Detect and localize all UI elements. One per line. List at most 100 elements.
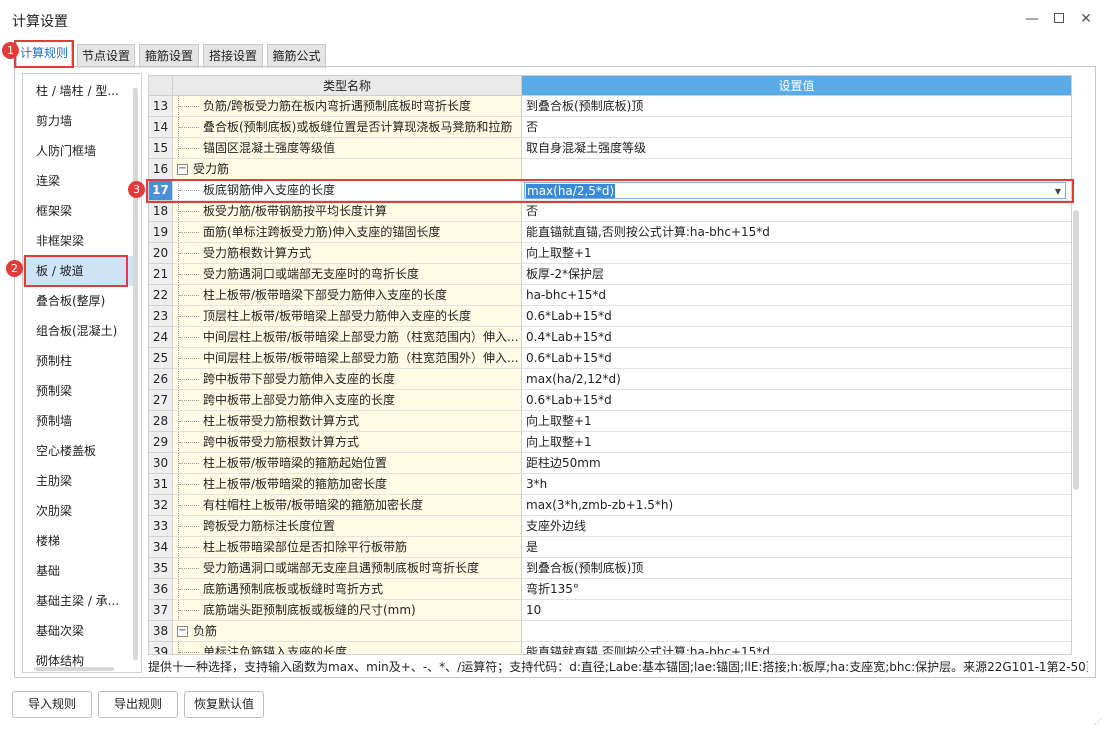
sidebar-item[interactable]: 基础 [23,556,135,586]
row-value-cell[interactable]: 取自身混凝土强度等级 [522,138,1071,159]
row-name-cell[interactable]: 受力筋根数计算方式 [173,243,522,264]
sidebar-item[interactable]: 预制柱 [23,346,135,376]
row-name-cell[interactable]: 柱上板带/板带暗梁下部受力筋伸入支座的长度 [173,285,522,306]
row-name-cell[interactable]: 有柱帽柱上板带/板带暗梁的箍筋加密长度 [173,495,522,516]
row-name-cell[interactable]: 跨中板带下部受力筋伸入支座的长度 [173,369,522,390]
row-value-cell[interactable]: 否 [522,201,1071,222]
row-name-cell[interactable]: 柱上板带/板带暗梁的箍筋起始位置 [173,453,522,474]
row-value-cell[interactable]: 能直锚就直锚,否则按公式计算:ha-bhc+15*d [522,222,1071,243]
sidebar-item[interactable]: 次肋梁 [23,496,135,526]
row-name-cell[interactable]: 板受力筋/板带钢筋按平均长度计算 [173,201,522,222]
table-row[interactable]: 26 跨中板带下部受力筋伸入支座的长度 max(ha/2,12*d) [149,369,1071,390]
group-row[interactable]: 16− 受力筋 [149,159,1071,180]
row-value-cell[interactable]: 10 [522,600,1071,621]
row-value-cell[interactable]: 向上取整+1 [522,411,1071,432]
table-row[interactable]: 36 底筋遇预制底板或板缝时弯折方式 弯折135° [149,579,1071,600]
sidebar-item[interactable]: 预制墙 [23,406,135,436]
row-value-cell[interactable]: 板厚-2*保护层 [522,264,1071,285]
sidebar-item[interactable]: 连梁 [23,166,135,196]
row-name-cell[interactable]: 中间层柱上板带/板带暗梁上部受力筋（柱宽范围外）伸入... [173,348,522,369]
row-value-cell[interactable]: 0.6*Lab+15*d [522,348,1071,369]
row-name-cell[interactable]: 跨中板带上部受力筋伸入支座的长度 [173,390,522,411]
grid-scrollbar[interactable] [1073,210,1079,490]
row-name-cell[interactable]: 受力筋遇洞口或端部无支座且遇预制底板时弯折长度 [173,558,522,579]
row-value-cell[interactable]: 否 [522,117,1071,138]
sidebar-item[interactable]: 框架梁 [23,196,135,226]
row-name-cell[interactable]: 叠合板(预制底板)或板缝位置是否计算现浇板马凳筋和拉筋 [173,117,522,138]
sidebar-item[interactable]: 非框架梁 [23,226,135,256]
minimize-icon[interactable]: — [1020,8,1044,30]
tab-stirrup-formula[interactable]: 箍筋公式 [267,44,326,68]
tab-lap-settings[interactable]: 搭接设置 [203,44,263,68]
table-row[interactable]: 39 单标注负筋锚入支座的长度 能直锚就直锚,否则按公式计算:ha-bhc+15*d [149,642,1071,654]
row-name-cell[interactable]: 顶层柱上板带/板带暗梁上部受力筋伸入支座的长度 [173,306,522,327]
tab-node-settings[interactable]: 节点设置 [77,44,135,68]
row-value-cell[interactable]: 到叠合板(预制底板)顶 [522,96,1071,117]
collapse-icon[interactable]: − [177,626,188,637]
row-value-cell[interactable]: max(ha/2,12*d) [522,369,1071,390]
table-row[interactable]: 24 中间层柱上板带/板带暗梁上部受力筋（柱宽范围内）伸入... 0.4*Lab+1… [149,327,1071,348]
row-value-cell[interactable]: 0.6*Lab+15*d [522,390,1071,411]
row-value-cell[interactable] [522,621,1071,642]
sidebar-hscrollbar[interactable] [34,667,114,671]
maximize-icon[interactable] [1047,8,1071,30]
row-name-cell[interactable]: 柱上板带暗梁部位是否扣除平行板带筋 [173,537,522,558]
table-row[interactable]: 33 跨板受力筋标注长度位置 支座外边线 [149,516,1071,537]
restore-defaults-button[interactable]: 恢复默认值 [184,691,264,718]
table-row[interactable]: 25 中间层柱上板带/板带暗梁上部受力筋（柱宽范围外）伸入... 0.6*Lab+1… [149,348,1071,369]
row-name-cell[interactable]: − 受力筋 [173,159,522,180]
close-icon[interactable]: ✕ [1074,8,1098,30]
row-name-cell[interactable]: 柱上板带/板带暗梁的箍筋加密长度 [173,474,522,495]
row-name-cell[interactable]: 负筋/跨板受力筋在板内弯折遇预制底板时弯折长度 [173,96,522,117]
table-row[interactable]: 29 跨中板带受力筋根数计算方式 向上取整+1 [149,432,1071,453]
table-row[interactable]: 14 叠合板(预制底板)或板缝位置是否计算现浇板马凳筋和拉筋否 [149,117,1071,138]
row-value-cell[interactable]: 到叠合板(预制底板)顶 [522,558,1071,579]
row-name-cell[interactable]: 跨板受力筋标注长度位置 [173,516,522,537]
table-row[interactable]: 32 有柱帽柱上板带/板带暗梁的箍筋加密长度 max(3*h,zmb-zb+1.5*… [149,495,1071,516]
row-value-cell[interactable] [522,159,1071,180]
row-name-cell[interactable]: 底筋遇预制底板或板缝时弯折方式 [173,579,522,600]
tab-stirrup-settings[interactable]: 箍筋设置 [139,44,199,68]
sidebar-item[interactable]: 剪力墙 [23,106,135,136]
row-value-cell[interactable]: max(3*h,zmb-zb+1.5*h) [522,495,1071,516]
table-row[interactable]: 15 锚固区混凝土强度等级值 取自身混凝土强度等级 [149,138,1071,159]
sidebar-item[interactable]: 组合板(混凝土) [23,316,135,346]
sidebar-item[interactable]: 基础次梁 [23,616,135,646]
sidebar-item[interactable]: 人防门框墙 [23,136,135,166]
row-name-cell[interactable]: 受力筋遇洞口或端部无支座时的弯折长度 [173,264,522,285]
table-row[interactable]: 22 柱上板带/板带暗梁下部受力筋伸入支座的长度 ha-bhc+15*d [149,285,1071,306]
row-value-cell[interactable]: ha-bhc+15*d [522,285,1071,306]
row-value-cell[interactable]: 是 [522,537,1071,558]
table-row[interactable]: 37 底筋端头距预制底板或板缝的尺寸(mm) 10 [149,600,1071,621]
table-row[interactable]: 34 柱上板带暗梁部位是否扣除平行板带筋 是 [149,537,1071,558]
sidebar-item[interactable]: 预制梁 [23,376,135,406]
sidebar-item[interactable]: 叠合板(整厚) [23,286,135,316]
row-value-cell[interactable]: 向上取整+1 [522,243,1071,264]
row-value-cell[interactable]: 3*h [522,474,1071,495]
row-value-cell[interactable]: 0.4*Lab+15*d [522,327,1071,348]
table-row[interactable]: 19 面筋(单标注跨板受力筋)伸入支座的锚固长度 能直锚就直锚,否则按公式计算:ha… [149,222,1071,243]
row-value-cell[interactable]: 弯折135° [522,579,1071,600]
table-row[interactable]: 21 受力筋遇洞口或端部无支座时的弯折长度 板厚-2*保护层 [149,264,1071,285]
row-value-cell[interactable]: 距柱边50mm [522,453,1071,474]
table-row[interactable]: 27 跨中板带上部受力筋伸入支座的长度 0.6*Lab+15*d [149,390,1071,411]
import-rules-button[interactable]: 导入规则 [12,691,92,718]
sidebar-item[interactable]: 基础主梁 / 承... [23,586,135,616]
sidebar-item[interactable]: 空心楼盖板 [23,436,135,466]
row-name-cell[interactable]: − 负筋 [173,621,522,642]
table-row[interactable]: 20 受力筋根数计算方式 向上取整+1 [149,243,1071,264]
row-name-cell[interactable]: 面筋(单标注跨板受力筋)伸入支座的锚固长度 [173,222,522,243]
row-value-cell[interactable]: 0.6*Lab+15*d [522,306,1071,327]
table-row[interactable]: 23 顶层柱上板带/板带暗梁上部受力筋伸入支座的长度 0.6*Lab+15*d [149,306,1071,327]
row-value-cell[interactable]: 向上取整+1 [522,432,1071,453]
table-row[interactable]: 31 柱上板带/板带暗梁的箍筋加密长度 3*h [149,474,1071,495]
table-row[interactable]: 35 受力筋遇洞口或端部无支座且遇预制底板时弯折长度 到叠合板(预制底板)顶 [149,558,1071,579]
export-rules-button[interactable]: 导出规则 [98,691,178,718]
collapse-icon[interactable]: − [177,164,188,175]
row-value-cell[interactable]: 能直锚就直锚,否则按公式计算:ha-bhc+15*d [522,642,1071,654]
table-row[interactable]: 28 柱上板带受力筋根数计算方式 向上取整+1 [149,411,1071,432]
row-name-cell[interactable]: 跨中板带受力筋根数计算方式 [173,432,522,453]
table-row[interactable]: 30 柱上板带/板带暗梁的箍筋起始位置 距柱边50mm [149,453,1071,474]
row-name-cell[interactable]: 锚固区混凝土强度等级值 [173,138,522,159]
row-name-cell[interactable]: 柱上板带受力筋根数计算方式 [173,411,522,432]
